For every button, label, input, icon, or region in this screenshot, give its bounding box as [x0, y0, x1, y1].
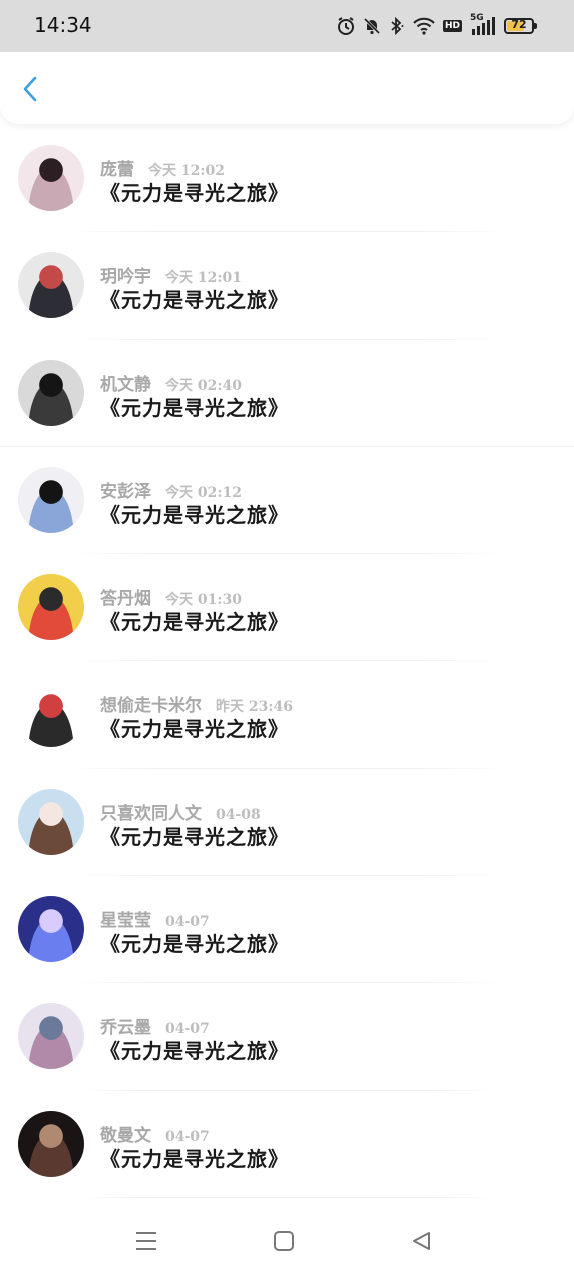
mute-icon: [363, 17, 381, 35]
status-bar: 14:34 HD 5G 72: [0, 0, 574, 52]
message-text: 《元力是寻光之旅》: [100, 932, 289, 957]
message-row[interactable]: 星莹莹 04-07 《元力是寻光之旅》: [0, 876, 574, 984]
row-separator: [70, 1196, 504, 1198]
signal-5g-icon: 5G: [470, 13, 496, 36]
message-text: 《元力是寻光之旅》: [100, 717, 289, 742]
message-text: 《元力是寻光之旅》: [100, 288, 289, 313]
battery-icon: 72: [504, 18, 537, 34]
avatar[interactable]: [18, 896, 84, 963]
message-row[interactable]: 想偷走卡米尔 昨天 23:46 《元力是寻光之旅》: [0, 661, 574, 769]
home-button[interactable]: [273, 1230, 295, 1256]
alarm-icon: [337, 17, 354, 35]
message-text: 《元力是寻光之旅》: [100, 824, 289, 849]
avatar[interactable]: [18, 359, 84, 426]
message-row[interactable]: 只喜欢同人文 04-08 《元力是寻光之旅》: [0, 769, 574, 877]
message-text: 《元力是寻光之旅》: [100, 395, 289, 420]
bluetooth-icon: [391, 17, 404, 35]
avatar[interactable]: [18, 145, 84, 211]
message-text: 《元力是寻光之旅》: [100, 502, 289, 527]
wifi-icon: [413, 17, 435, 35]
avatar[interactable]: [18, 466, 84, 533]
message-row[interactable]: 乔云墨 04-07 《元力是寻光之旅》: [0, 983, 574, 1091]
message-row[interactable]: 庞蕾 今天 12:02 《元力是寻光之旅》: [0, 125, 574, 233]
menu-button[interactable]: [134, 1230, 158, 1256]
status-icons: HD 5G 72: [337, 13, 537, 38]
menu-icon: [136, 1232, 156, 1250]
message-list: 庞蕾 今天 12:02 《元力是寻光之旅》 玥吟宇 今天 12:01 《元力是寻光之旅》机…: [0, 125, 574, 1198]
battery-tip: [534, 23, 537, 29]
navigation-bar: [0, 1206, 574, 1280]
back-triangle-icon: [413, 1232, 430, 1250]
chevron-left-icon: [23, 76, 37, 102]
status-time: 14:34: [34, 13, 92, 37]
avatar[interactable]: [18, 681, 84, 748]
header: [0, 52, 574, 124]
message-row[interactable]: 答丹烟 今天 01:30 《元力是寻光之旅》: [0, 554, 574, 662]
avatar[interactable]: [18, 1003, 84, 1070]
message-row[interactable]: 安彭泽 今天 02:12 《元力是寻光之旅》: [0, 447, 574, 555]
message-row[interactable]: 玥吟宇 今天 12:01 《元力是寻光之旅》: [0, 232, 574, 340]
hd-icon: HD: [442, 20, 462, 32]
back-button[interactable]: [16, 74, 46, 104]
message-row[interactable]: 机文静 今天 02:40 《元力是寻光之旅》: [0, 340, 574, 447]
back-nav-button[interactable]: [410, 1230, 432, 1256]
home-icon: [274, 1231, 294, 1251]
message-text: 《元力是寻光之旅》: [100, 1039, 289, 1064]
avatar[interactable]: [18, 1110, 84, 1177]
message-text: 《元力是寻光之旅》: [100, 181, 289, 205]
section-divider: [0, 446, 574, 447]
avatar[interactable]: [18, 574, 84, 641]
battery-level: 72: [511, 18, 527, 31]
message-text: 《元力是寻光之旅》: [100, 610, 289, 635]
avatar[interactable]: [18, 788, 84, 855]
message-text: 《元力是寻光之旅》: [100, 1146, 289, 1171]
message-row[interactable]: 敬曼文 04-07 《元力是寻光之旅》: [0, 1091, 574, 1198]
avatar[interactable]: [18, 252, 84, 319]
